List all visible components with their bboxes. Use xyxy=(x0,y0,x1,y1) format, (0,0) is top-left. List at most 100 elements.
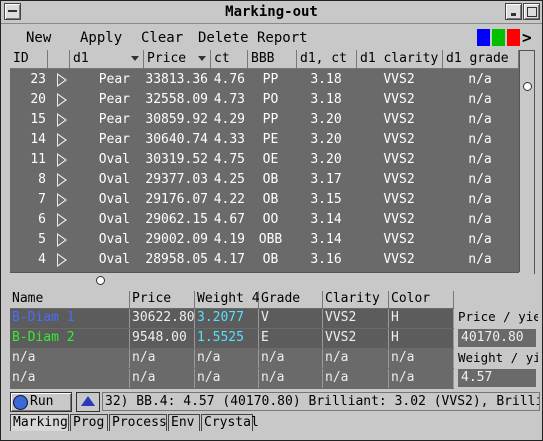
col-header-d1-clarity[interactable]: d1 clarity xyxy=(357,50,443,69)
table-row[interactable]: 6 Oval 29062.15 4.67 OO 3.14 VVS2 n/a xyxy=(10,210,519,230)
col-header-d1-ct[interactable]: d1, ct xyxy=(297,50,357,69)
tab-prog[interactable]: Prog xyxy=(70,414,108,431)
col-header-ct[interactable]: ct xyxy=(211,50,248,69)
detail-color[interactable]: n/a xyxy=(389,349,454,368)
diamond-icon xyxy=(81,396,95,406)
yield-panel: Price / yield 40170.80 Weight / yield 4.… xyxy=(456,307,538,389)
cell-bbb: PO xyxy=(262,92,279,107)
cell-d1-grade: n/a xyxy=(468,72,492,87)
detail-price[interactable]: n/a xyxy=(130,369,195,388)
detail-name[interactable]: n/a xyxy=(10,349,130,368)
table-row[interactable]: 20 Pear 32558.09 4.73 PO 3.18 VVS2 n/a xyxy=(10,90,519,110)
cell-id: 11 xyxy=(30,152,46,167)
cell-d1-clarity: VVS2 xyxy=(383,212,415,227)
row-expand-icon-inner xyxy=(58,235,65,245)
cell-d1-clarity: VVS2 xyxy=(383,92,415,107)
detail-weight[interactable]: 1.5525 xyxy=(195,329,259,348)
horizontal-scrollbar[interactable] xyxy=(10,272,519,287)
weight-yield-label: Weight / yield xyxy=(458,350,538,365)
cell-ct: 4.29 xyxy=(213,112,245,127)
row-expand-icon-inner xyxy=(58,115,65,125)
detail-header-weight[interactable]: Weight 4 xyxy=(195,291,260,308)
vertical-scrollbar[interactable] xyxy=(519,50,535,274)
cell-id: 5 xyxy=(38,232,46,247)
table-row[interactable]: 5 Oval 29002.09 4.19 OBB 3.14 VVS2 n/a xyxy=(10,230,519,250)
detail-name[interactable]: B-Diam 2 xyxy=(10,329,130,348)
cell-d1-grade: n/a xyxy=(468,112,492,127)
table-row[interactable]: 4 Oval 28958.05 4.17 OB 3.16 VVS2 n/a xyxy=(10,250,519,270)
diamond-detail-table: Name Price Weight 4 Grade Clarity Color … xyxy=(10,291,454,389)
cell-d1-grade: n/a xyxy=(468,192,492,207)
cell-d1-ct: 3.15 xyxy=(310,192,342,207)
detail-clarity[interactable]: VVS2 xyxy=(323,329,389,348)
menu-report[interactable]: Report xyxy=(257,30,308,46)
cell-ct: 4.73 xyxy=(213,92,245,107)
tab-crystal[interactable]: Crystal xyxy=(201,414,259,431)
table-row[interactable]: 14 Pear 30640.74 4.33 PE 3.20 VVS2 n/a xyxy=(10,130,519,150)
col-header-price[interactable]: Price xyxy=(144,50,211,69)
menu-apply[interactable]: Apply xyxy=(80,30,122,46)
cell-d1-ct: 3.18 xyxy=(310,92,342,107)
col-header-d1[interactable]: d1 xyxy=(70,50,144,69)
menu-new[interactable]: New xyxy=(26,30,51,46)
detail-price[interactable]: n/a xyxy=(130,349,195,368)
menu-bar: New Apply Clear Delete Report > xyxy=(1,25,542,49)
maximize-button[interactable] xyxy=(523,3,540,20)
table-row[interactable]: 8 Oval 29377.03 4.25 OB 3.17 VVS2 n/a xyxy=(10,170,519,190)
red-swatch[interactable] xyxy=(507,29,520,46)
table-row[interactable]: 23 Pear 33813.36 4.76 PP 3.18 VVS2 n/a xyxy=(10,70,519,90)
tab-process[interactable]: Process xyxy=(109,414,167,431)
cell-price: 28958.05 xyxy=(145,252,208,267)
detail-header-grade[interactable]: Grade xyxy=(259,291,323,308)
detail-name[interactable]: n/a xyxy=(10,369,130,388)
detail-name[interactable]: B-Diam 1 xyxy=(10,309,130,328)
detail-header-clarity[interactable]: Clarity xyxy=(323,291,389,308)
col-header-bbb[interactable]: BBB xyxy=(248,50,297,69)
tab-env[interactable]: Env xyxy=(168,414,200,431)
detail-weight[interactable]: n/a xyxy=(195,369,259,388)
scroll-thumb[interactable] xyxy=(523,82,532,91)
detail-header-price[interactable]: Price xyxy=(130,291,195,308)
table-row[interactable]: 11 Oval 30319.52 4.75 OE 3.20 VVS2 n/a xyxy=(10,150,519,170)
table-row[interactable]: 7 Oval 29176.07 4.22 OB 3.15 VVS2 n/a xyxy=(10,190,519,210)
cell-bbb: OE xyxy=(262,152,279,167)
table-row[interactable]: 15 Pear 30859.92 4.29 PP 3.20 VVS2 n/a xyxy=(10,110,519,130)
detail-header-name[interactable]: Name xyxy=(10,291,130,308)
detail-header-color[interactable]: Color xyxy=(389,291,454,308)
tab-marking[interactable]: Marking xyxy=(10,414,69,431)
detail-clarity[interactable]: n/a xyxy=(323,369,389,388)
blue-swatch[interactable] xyxy=(477,29,490,46)
cell-price: 29002.09 xyxy=(145,232,208,247)
cell-bbb: OO xyxy=(262,212,279,227)
cell-ct: 4.17 xyxy=(213,252,245,267)
detail-grade[interactable]: n/a xyxy=(259,349,323,368)
cell-bbb: OB xyxy=(262,172,279,187)
run-button[interactable]: Run xyxy=(10,392,72,412)
detail-price[interactable]: 30622.80 xyxy=(130,309,195,328)
detail-price[interactable]: 9548.00 xyxy=(130,329,195,348)
chevron-right-icon[interactable]: > xyxy=(522,28,532,47)
minimize-button[interactable] xyxy=(505,3,522,20)
col-header-blank[interactable] xyxy=(48,50,70,69)
detail-color[interactable]: n/a xyxy=(389,369,454,388)
detail-weight[interactable]: n/a xyxy=(195,349,259,368)
detail-clarity[interactable]: n/a xyxy=(323,349,389,368)
cell-bbb: PE xyxy=(262,132,279,147)
menu-clear[interactable]: Clear xyxy=(141,30,183,46)
detail-grade[interactable]: V xyxy=(259,309,323,328)
menu-delete[interactable]: Delete xyxy=(198,30,249,46)
cell-d1-clarity: VVS2 xyxy=(383,72,415,87)
detail-grade[interactable]: n/a xyxy=(259,369,323,388)
detail-color[interactable]: H xyxy=(389,309,454,328)
col-header-id[interactable]: ID xyxy=(10,50,48,69)
detail-weight[interactable]: 3.2077 xyxy=(195,309,259,328)
cell-d1-grade: n/a xyxy=(468,132,492,147)
stone-tool-button[interactable] xyxy=(76,392,100,412)
sort-down-icon xyxy=(131,56,139,61)
detail-grade[interactable]: E xyxy=(259,329,323,348)
scroll-thumb[interactable] xyxy=(96,276,105,285)
green-swatch[interactable] xyxy=(492,29,505,46)
col-header-d1-grade[interactable]: d1 grade xyxy=(443,50,519,69)
detail-color[interactable]: H xyxy=(389,329,454,348)
detail-clarity[interactable]: VVS2 xyxy=(323,309,389,328)
